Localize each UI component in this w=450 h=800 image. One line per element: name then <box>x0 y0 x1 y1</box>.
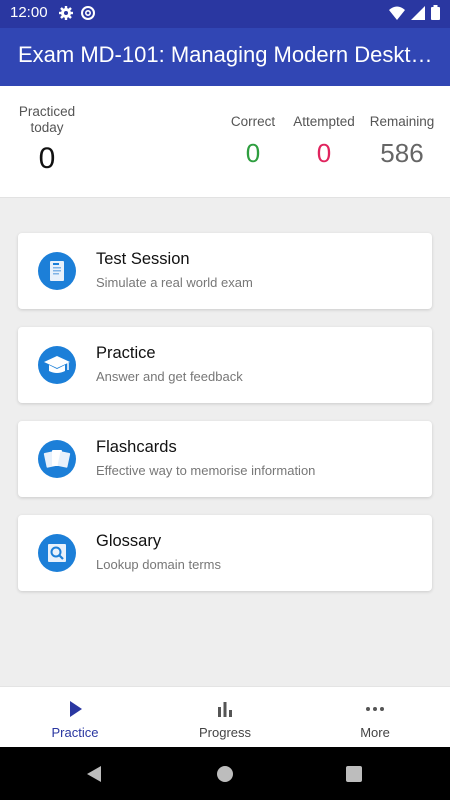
battery-icon <box>431 5 440 25</box>
stats-panel: Practiced today 0 Correct 0 Attempted 0 … <box>0 86 450 198</box>
signal-icon <box>411 5 425 25</box>
nav-label: More <box>360 725 390 740</box>
graduation-cap-icon <box>38 346 76 384</box>
back-icon[interactable] <box>86 765 102 788</box>
home-icon[interactable] <box>217 766 233 787</box>
stat-label: Correct <box>230 114 276 129</box>
glossary-search-icon <box>38 534 76 572</box>
stat-attempted: Attempted 0 <box>290 114 358 169</box>
stat-label: Practiced today <box>18 104 76 135</box>
stat-value: 586 <box>380 138 424 168</box>
more-dots-icon <box>365 699 385 719</box>
nav-tab-practice[interactable]: Practice <box>0 687 150 748</box>
status-bar: 12:00 <box>0 0 450 28</box>
gear-icon <box>58 5 74 26</box>
test-session-icon <box>38 252 76 290</box>
stat-value: 0 <box>38 142 56 175</box>
bar-chart-icon <box>215 699 235 719</box>
menu-item-test-session[interactable]: Test Session Simulate a real world exam <box>18 233 432 309</box>
nav-label: Progress <box>198 725 252 740</box>
menu-item-practice[interactable]: Practice Answer and get feedback <box>18 327 432 403</box>
menu-item-subtitle: Simulate a real world exam <box>96 275 253 290</box>
app-bar: Exam MD-101: Managing Modern Desktops <box>0 28 450 86</box>
nav-tab-more[interactable]: More <box>300 687 450 748</box>
stat-correct: Correct 0 <box>222 114 284 169</box>
menu-item-title: Practice <box>96 344 156 362</box>
flashcards-icon <box>38 440 76 478</box>
stat-value: 0 <box>245 138 261 168</box>
stat-value: 0 <box>316 138 332 168</box>
menu-item-subtitle: Effective way to memorise information <box>96 463 316 478</box>
nav-tab-progress[interactable]: Progress <box>150 687 300 748</box>
menu-item-glossary[interactable]: Glossary Lookup domain terms <box>18 515 432 591</box>
page-title: Exam MD-101: Managing Modern Desktops <box>18 42 442 67</box>
menu-item-title: Glossary <box>96 532 162 550</box>
play-icon <box>65 699 85 719</box>
stat-remaining: Remaining 586 <box>368 114 436 169</box>
menu-item-subtitle: Lookup domain terms <box>96 557 222 572</box>
menu-item-title: Flashcards <box>96 438 177 456</box>
nav-label: Practice <box>51 725 99 740</box>
wifi-icon <box>389 6 405 25</box>
system-nav-bar <box>0 747 450 800</box>
bottom-nav: Practice Progress More <box>0 686 450 747</box>
menu-item-subtitle: Answer and get feedback <box>96 369 243 384</box>
recents-icon[interactable] <box>346 766 362 787</box>
at-icon <box>80 5 96 26</box>
stat-practiced-today: Practiced today 0 <box>14 104 80 176</box>
menu-item-flashcards[interactable]: Flashcards Effective way to memorise inf… <box>18 421 432 497</box>
menu-item-title: Test Session <box>96 250 190 268</box>
stat-label: Remaining <box>369 114 435 129</box>
stat-label: Attempted <box>293 114 355 129</box>
status-time: 12:00 <box>10 4 48 21</box>
